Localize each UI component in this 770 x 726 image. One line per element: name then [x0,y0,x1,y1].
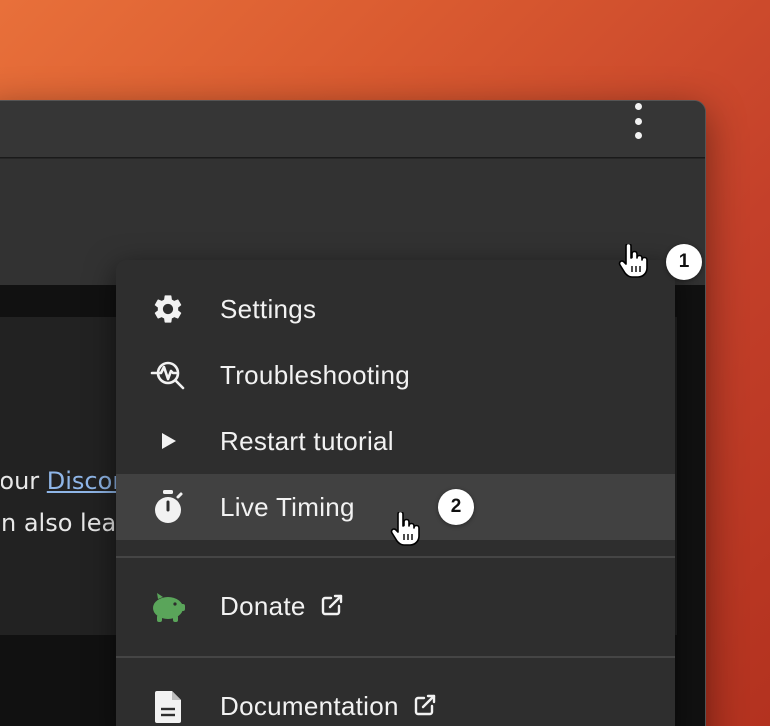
menu-item-settings[interactable]: Settings [116,276,675,342]
donate-label-text: Donate [220,590,306,621]
menu-item-troubleshooting[interactable]: Troubleshooting [116,342,675,408]
hand-cursor-icon [618,242,648,278]
discord-link[interactable]: Discord [47,467,127,495]
document-icon [150,689,186,725]
menu-divider [116,656,675,658]
content-text: n also learn [1,509,127,537]
panel-text-clip: our Discord n also learn [1,317,127,635]
overflow-menu: Settings Troubleshooting Restart tutoria… [116,260,675,726]
stopwatch-icon [150,489,186,525]
kebab-dot [634,103,642,110]
content-text-line-1: our Discord [1,467,127,495]
menu-item-label: Documentation [220,691,437,724]
step-badge-2: 2 [438,489,474,525]
external-link-icon [413,693,437,724]
piggy-bank-icon [150,589,186,625]
step-badge-1: 1 [666,244,702,280]
menu-item-label: Restart tutorial [220,425,394,456]
menu-item-label: Donate [220,591,344,624]
more-options-button[interactable] [630,103,646,139]
documentation-label-text: Documentation [220,690,399,721]
menu-item-label: Settings [220,293,317,324]
kebab-dot [634,117,642,125]
hand-cursor-icon [390,510,420,546]
menu-item-label: Troubleshooting [220,359,410,390]
title-bar [0,101,705,158]
kebab-dot [634,132,642,139]
menu-item-donate[interactable]: Donate [116,574,675,640]
menu-item-label: Live Timing [220,491,355,522]
menu-item-documentation[interactable]: Documentation [116,674,675,726]
external-link-icon [320,593,344,624]
menu-item-restart-tutorial[interactable]: Restart tutorial [116,408,675,474]
menu-divider [116,556,675,558]
gear-icon [150,291,186,327]
content-text-prefix: our [1,467,47,495]
play-icon [150,423,186,459]
troubleshoot-icon [150,357,186,393]
content-text-line-2: n also learn [1,509,127,537]
